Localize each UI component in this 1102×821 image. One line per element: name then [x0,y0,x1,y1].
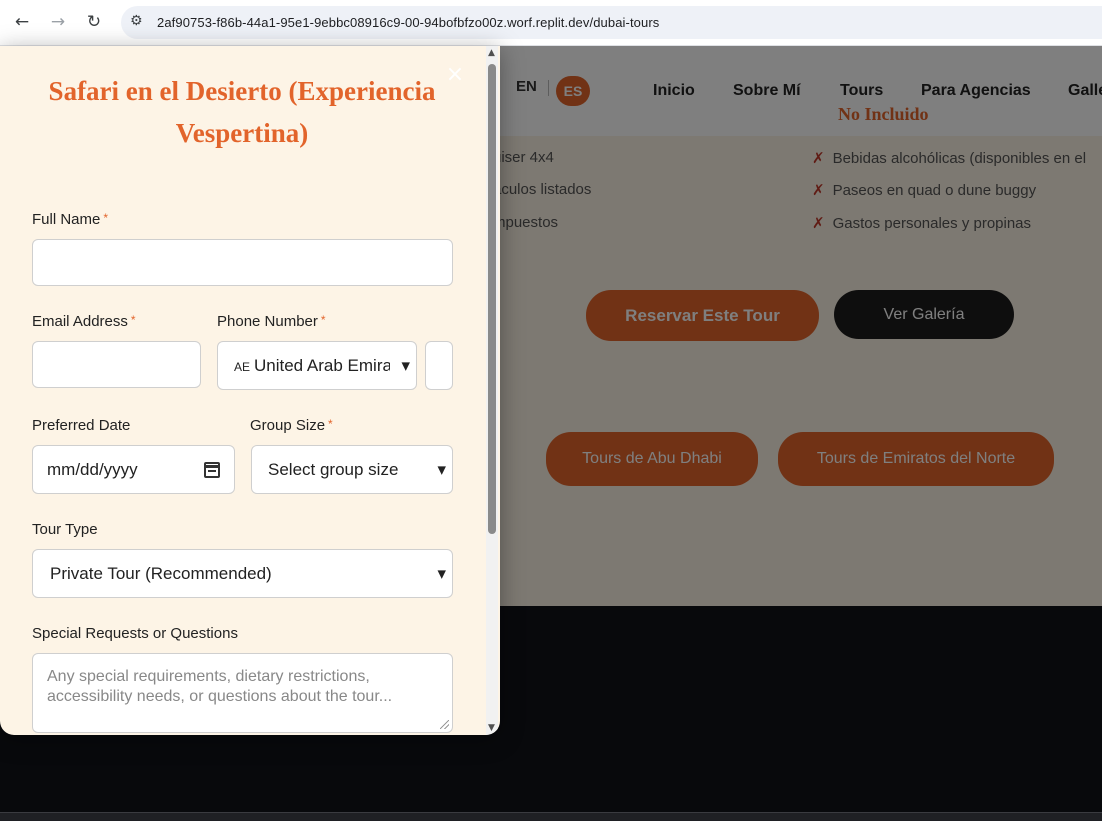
full-name-input[interactable] [32,239,453,286]
date-value: mm/dd/yyyy [47,459,138,479]
required-marker: * [320,313,326,327]
tour-type-value: Private Tour (Recommended) [50,563,272,583]
special-requests-textarea[interactable]: Any special requirements, dietary restri… [32,653,453,733]
chevron-down-icon: ▼ [437,567,446,580]
booking-modal: × Safari en el Desierto (Experiencia Ves… [0,46,500,735]
scrollbar-thumb[interactable] [488,64,496,534]
modal-scrollbar[interactable]: ▲ ▼ [486,46,498,735]
email-input[interactable] [32,341,201,388]
url-text: 2af90753-f86b-44a1-95e1-9ebbc08916c9-00-… [157,15,660,30]
taskbar [0,812,1102,821]
requests-placeholder: Any special requirements, dietary restri… [47,668,393,705]
country-code-select[interactable]: AE United Arab Emira ▼ [217,341,417,390]
full-name-label: Full Name * [32,211,109,228]
browser-toolbar: ← → ↻ ⚙ 2af90753-f86b-44a1-95e1-9ebbc089… [0,0,1102,46]
phone-label: Phone Number * [217,313,326,330]
modal-title: Safari en el Desierto (Experiencia Vespe… [48,76,436,148]
required-marker: * [328,417,333,431]
group-size-select[interactable]: Select group size ▼ [251,445,453,494]
tour-type-label: Tour Type [32,521,98,538]
calendar-icon[interactable] [204,461,220,478]
phone-input[interactable] [425,341,453,390]
email-label: Email Address * [32,313,136,330]
preferred-date-input[interactable]: mm/dd/yyyy [32,445,235,494]
country-code-value: United Arab Emira [254,355,390,375]
scroll-up-arrow-icon[interactable]: ▲ [488,48,495,58]
forward-arrow-icon[interactable]: → [47,11,69,33]
required-marker: * [130,313,136,327]
group-size-value: Select group size [268,459,399,479]
scroll-down-arrow-icon[interactable]: ▼ [488,723,495,733]
required-marker: * [103,211,109,225]
group-size-label: Group Size * [250,417,333,434]
country-flag-icon: AE [234,359,251,374]
reload-icon[interactable]: ↻ [83,11,105,33]
back-arrow-icon[interactable]: ← [11,11,33,33]
resize-grip-icon[interactable] [440,720,449,729]
address-bar[interactable]: ⚙ 2af90753-f86b-44a1-95e1-9ebbc08916c9-0… [121,6,1102,39]
date-label: Preferred Date [32,417,131,434]
tour-type-select[interactable]: Private Tour (Recommended) ▼ [32,549,453,598]
chevron-down-icon: ▼ [437,463,446,476]
site-settings-icon[interactable]: ⚙ [130,13,143,29]
chevron-down-icon: ▼ [401,359,410,372]
requests-label: Special Requests or Questions [32,625,238,642]
